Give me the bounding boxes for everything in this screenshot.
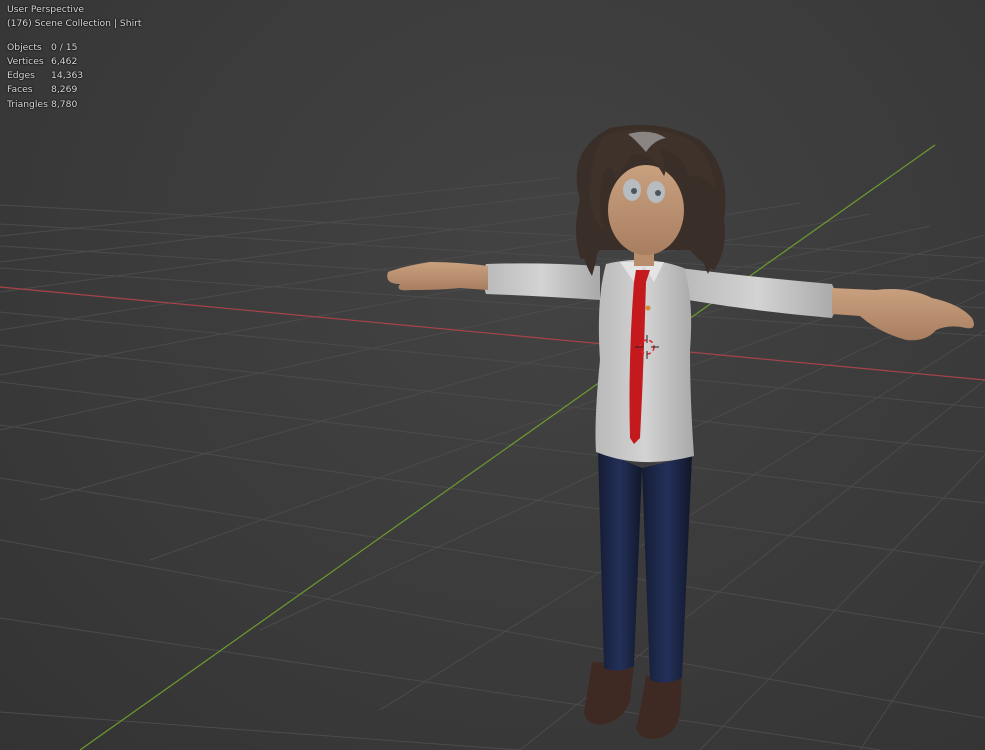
right-arm <box>680 268 836 318</box>
face <box>608 165 684 255</box>
stat-row-faces: Faces 8,269 <box>7 83 142 97</box>
scene-statistics: Objects 0 / 15 Vertices 6,462 Edges 14,3… <box>7 41 142 112</box>
perspective-label: User Perspective <box>7 4 85 15</box>
scene-render[interactable] <box>0 0 985 750</box>
stat-row-objects: Objects 0 / 15 <box>7 41 142 55</box>
stat-value: 0 / 15 <box>51 41 78 53</box>
collection-label: (176) Scene Collection | Shirt <box>7 18 142 30</box>
left-leg <box>598 450 642 671</box>
right-hand <box>832 288 974 341</box>
right-shoe <box>636 676 682 739</box>
right-leg <box>642 456 692 683</box>
left-shoe <box>584 662 634 725</box>
left-pupil <box>631 188 637 194</box>
stat-row-edges: Edges 14,363 <box>7 69 142 83</box>
stat-label: Edges <box>7 70 35 82</box>
stat-value: 6,462 <box>51 55 78 67</box>
stat-row-triangles: Triangles 8,780 <box>7 98 142 112</box>
3d-viewport[interactable]: User Perspective (176) Scene Collection … <box>0 0 985 750</box>
viewport-info-overlay: User Perspective (176) Scene Collection … <box>7 3 142 112</box>
shirt-button <box>645 305 651 311</box>
stat-label: Triangles <box>7 98 48 110</box>
stat-row-vertices: Vertices 6,462 <box>7 55 142 69</box>
stat-label: Faces <box>7 84 33 96</box>
stat-value: 8,269 <box>51 84 78 96</box>
right-pupil <box>655 190 661 196</box>
character-model[interactable] <box>387 124 974 739</box>
stat-value: 8,780 <box>51 98 78 110</box>
stat-label: Vertices <box>7 55 44 67</box>
stat-label: Objects <box>7 41 42 53</box>
left-arm <box>483 263 600 300</box>
stat-value: 14,363 <box>51 70 84 82</box>
